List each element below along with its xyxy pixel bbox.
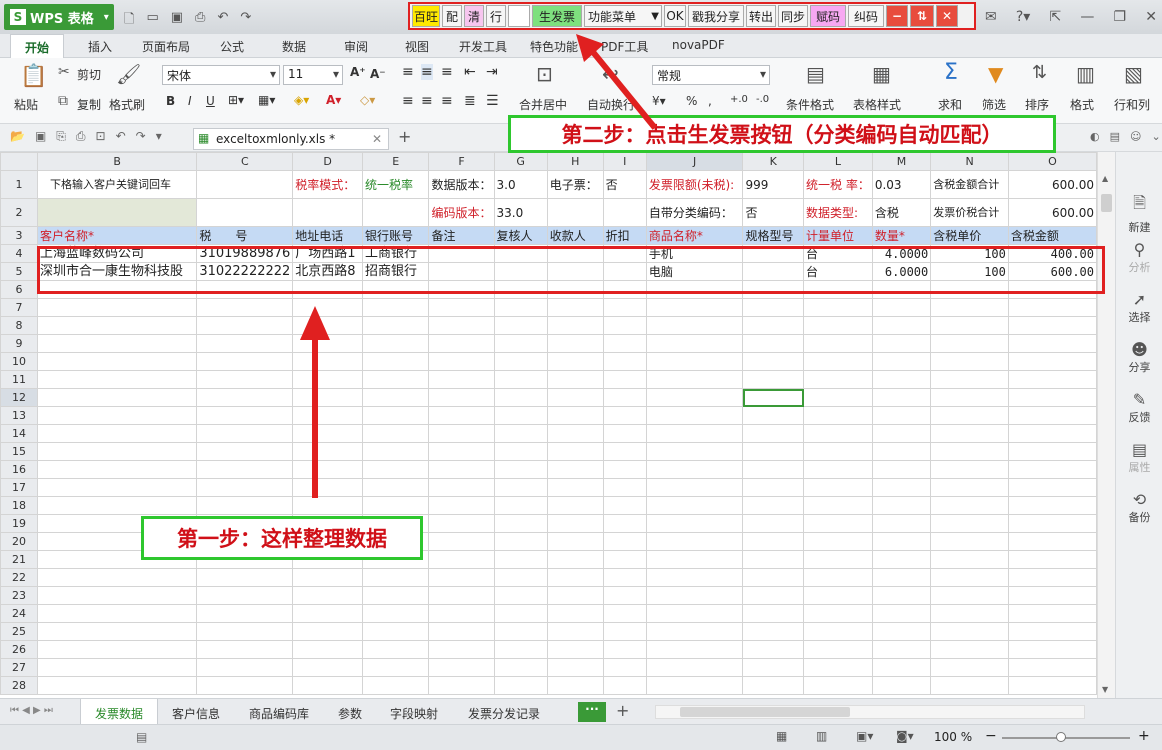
step1-arrow-head [300,306,330,340]
step2-arrow-shaft [590,50,658,130]
annotation-arrows [300,34,658,498]
